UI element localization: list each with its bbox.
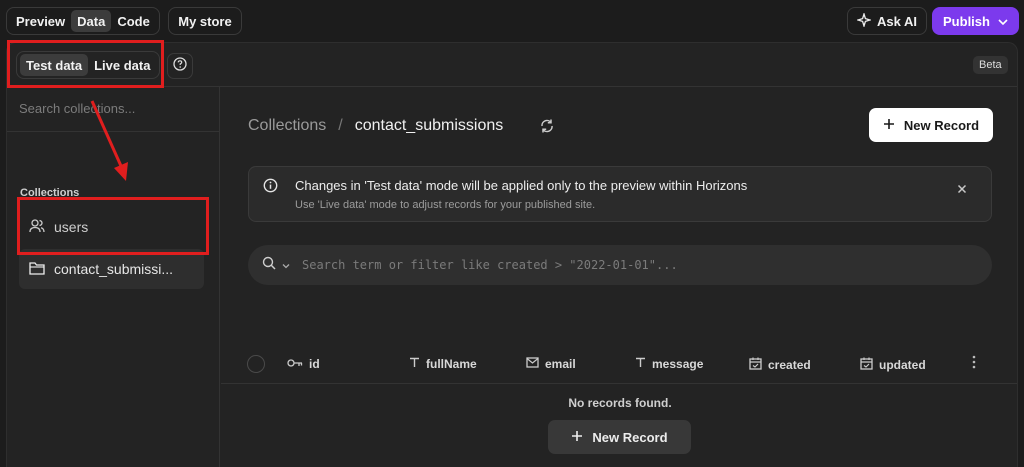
sidebar-item-contact-submissions[interactable]: contact_submissi... (19, 249, 204, 289)
record-filter-input[interactable]: Search term or filter like created > "20… (248, 245, 992, 285)
tab-preview[interactable]: Preview (10, 10, 71, 32)
test-mode-notice: Changes in 'Test data' mode will be appl… (248, 166, 992, 222)
sparkle-icon (855, 11, 873, 30)
new-record-button[interactable]: New Record (869, 108, 993, 142)
more-vertical-icon[interactable] (972, 355, 976, 372)
tab-code[interactable]: Code (111, 10, 156, 32)
notice-subtitle: Use 'Live data' mode to adjust records f… (295, 199, 596, 211)
column-header-message[interactable]: message (635, 357, 703, 371)
filter-placeholder: Search term or filter like created > "20… (302, 258, 678, 272)
breadcrumb: Collections / contact_submissions (248, 117, 503, 135)
notice-title: Changes in 'Test data' mode will be appl… (295, 178, 748, 193)
column-header-created[interactable]: created (749, 357, 811, 373)
column-label: created (768, 358, 811, 372)
calendar-icon (749, 357, 762, 373)
table-header: id fullName email message created update… (221, 345, 1017, 384)
beta-badge: Beta (973, 56, 1008, 74)
text-icon (635, 357, 646, 371)
annotation-box-data-mode (7, 40, 164, 88)
sidebar-item-label: contact_submissi... (54, 261, 174, 277)
calendar-icon (860, 357, 873, 373)
close-icon[interactable] (957, 181, 967, 197)
column-header-email[interactable]: email (526, 357, 576, 371)
ask-ai-button[interactable]: Ask AI (847, 7, 927, 35)
tab-data[interactable]: Data (71, 10, 112, 32)
mail-icon (526, 357, 539, 371)
refresh-icon[interactable] (539, 118, 555, 139)
breadcrumb-current: contact_submissions (354, 117, 504, 134)
empty-state-message: No records found. (568, 396, 672, 410)
view-mode-switch: Preview Data Code (6, 7, 160, 35)
info-icon (263, 178, 278, 198)
new-record-label: New Record (592, 429, 668, 445)
help-circle-icon (173, 56, 187, 76)
search-icon (262, 256, 276, 275)
select-all-checkbox[interactable] (247, 355, 265, 373)
plus-icon (571, 430, 583, 445)
column-header-id[interactable]: id (287, 357, 320, 371)
column-header-fullname[interactable]: fullName (409, 357, 477, 371)
breadcrumb-separator: / (338, 117, 343, 134)
folder-icon (29, 261, 45, 278)
publish-button[interactable]: Publish (932, 7, 1019, 35)
chevron-down-icon (998, 14, 1008, 29)
column-label: email (545, 357, 576, 371)
breadcrumb-collections-link[interactable]: Collections (248, 117, 326, 135)
column-header-updated[interactable]: updated (860, 357, 926, 373)
plus-icon (883, 118, 895, 133)
column-label: fullName (426, 357, 477, 371)
collections-sidebar: Search collections... Collections users … (7, 87, 220, 467)
column-label: updated (879, 358, 926, 372)
column-label: id (309, 357, 320, 371)
collections-search-input[interactable]: Search collections... (7, 87, 220, 132)
column-label: message (652, 357, 704, 371)
publish-label: Publish (943, 13, 990, 29)
empty-state-new-record-button[interactable]: New Record (548, 420, 691, 454)
new-record-label: New Record (903, 117, 980, 133)
annotation-box-collection (17, 197, 209, 255)
collection-content: Collections / contact_submissions New Re… (221, 87, 1017, 467)
chevron-down-icon[interactable] (282, 256, 290, 274)
key-icon (287, 357, 303, 371)
store-selector-button[interactable]: My store (168, 7, 242, 35)
text-icon (409, 357, 420, 371)
ask-ai-label: Ask AI (877, 13, 917, 29)
help-button[interactable] (167, 53, 193, 79)
top-bar: Preview Data Code My store Ask AI Publis… (0, 0, 1024, 42)
